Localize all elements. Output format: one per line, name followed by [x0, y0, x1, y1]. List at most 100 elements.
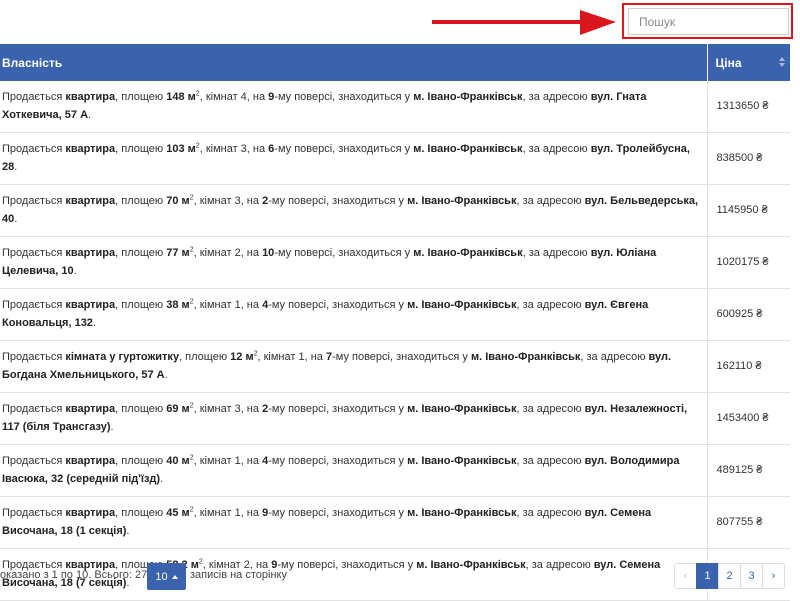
description-p5: .: [14, 212, 18, 225]
description-type: квартира: [65, 195, 116, 207]
property-description-cell: Продається квартира, площею 45 м2, кімна…: [0, 496, 708, 549]
table-row: Продається квартира, площею 69 м2, кімна…: [0, 392, 790, 445]
description-p3: -му поверсі, знаходиться у: [332, 351, 471, 363]
description-p5: .: [164, 368, 168, 381]
description-p1: , площею: [115, 507, 167, 519]
description-p2: , кімнат 3, на: [193, 403, 263, 415]
description-city: м. Івано-Франківськ: [470, 351, 581, 363]
description-p4: , за адресою: [525, 559, 594, 571]
description-type: квартира: [65, 143, 116, 155]
description-pre: Продається: [2, 299, 66, 311]
annotation-arrow-icon: [432, 10, 616, 35]
table-row: Продається квартира, площею 38 м2, кімна…: [0, 288, 790, 341]
property-description-cell: Продається квартира, площею 77 м2, кімна…: [0, 236, 708, 289]
table-row: Продається кімната у гуртожитку, площею …: [0, 340, 790, 393]
description-pre: Продається: [2, 455, 66, 467]
description-area: 148 м: [166, 91, 196, 103]
description-city: м. Івано-Франківськ: [407, 507, 517, 519]
description-p5: .: [92, 316, 96, 329]
description-p5: .: [126, 524, 130, 537]
description-p5: .: [14, 160, 18, 173]
description-pre: Продається: [2, 507, 66, 519]
pagination-next[interactable]: ›: [762, 563, 785, 589]
property-description-cell: Продається квартира, площею 148 м2, кімн…: [0, 81, 708, 133]
table-row: Продається квартира, площею 45 м2, кімна…: [0, 496, 790, 549]
description-p2: , кімнат 4, на: [199, 91, 269, 103]
description-city: м. Івано-Франківськ: [416, 559, 526, 571]
description-p2: , кімнат 1, на: [193, 507, 263, 519]
description-city: м. Івано-Франківськ: [413, 91, 523, 103]
table-info: оказано з 1 по 10. Всього: 27: [0, 569, 148, 581]
description-city: м. Івано-Франківськ: [407, 299, 517, 311]
price-cell: 600925 ₴: [707, 288, 790, 341]
description-area: 70 м: [166, 195, 190, 207]
price-cell: 1145950 ₴: [707, 184, 790, 237]
description-floor: 10: [262, 247, 275, 259]
description-p1: , площею: [115, 247, 167, 259]
description-pre: Продається: [2, 91, 66, 103]
description-area: 45 м: [166, 507, 190, 519]
column-header-property[interactable]: Власність: [0, 44, 708, 81]
description-p5: .: [110, 420, 114, 433]
description-p5: .: [160, 472, 164, 485]
description-p4: , за адресою: [522, 91, 591, 103]
pagination-page-2[interactable]: 2: [718, 563, 741, 589]
description-pre: Продається: [2, 195, 66, 207]
pagination: ‹ 1 2 3 ›: [674, 563, 785, 589]
description-city: м. Івано-Франківськ: [407, 455, 517, 467]
column-header-label: Власність: [2, 55, 63, 70]
description-p1: , площею: [115, 195, 167, 207]
search-input[interactable]: [628, 8, 789, 35]
price-cell: 1313650 ₴: [707, 81, 790, 133]
property-description-cell: Продається квартира, площею 69 м2, кімна…: [0, 392, 708, 445]
description-p1: , площею: [115, 455, 167, 467]
property-description-cell: Продається квартира, площею 38 м2, кімна…: [0, 288, 708, 341]
description-p4: , за адресою: [580, 351, 649, 363]
description-p4: , за адресою: [516, 507, 585, 519]
column-header-price[interactable]: Ціна: [707, 44, 790, 81]
description-city: м. Івано-Франківськ: [407, 403, 517, 415]
property-description-cell: Продається квартира, площею 103 м2, кімн…: [0, 132, 708, 185]
page-size-select[interactable]: 10: [147, 563, 186, 590]
table-row: Продається квартира, площею 70 м2, кімна…: [0, 184, 790, 237]
description-p1: , площею: [115, 143, 167, 155]
description-p4: , за адресою: [522, 247, 591, 259]
description-city: м. Івано-Франківськ: [413, 247, 523, 259]
description-p4: , за адресою: [516, 455, 585, 467]
description-p1: , площею: [115, 403, 167, 415]
description-p3: -му поверсі, знаходиться у: [274, 91, 414, 103]
description-type: квартира: [65, 91, 116, 103]
page-size-value: 10: [155, 570, 168, 583]
table-header-row: Власність Ціна: [0, 44, 790, 81]
description-type: квартира: [65, 299, 116, 311]
description-area: 12 м: [230, 351, 254, 363]
description-city: м. Івано-Франківськ: [407, 195, 517, 207]
description-type: квартира: [65, 455, 116, 467]
description-p2: , кімнат 3, на: [193, 195, 263, 207]
description-p1: , площею: [179, 351, 231, 363]
price-cell: 489125 ₴: [707, 444, 790, 497]
price-cell: 807755 ₴: [707, 496, 790, 549]
pagination-page-1[interactable]: 1: [696, 563, 719, 589]
property-description-cell: Продається кімната у гуртожитку, площею …: [0, 340, 708, 393]
price-cell: 162110 ₴: [707, 340, 790, 393]
description-p2: , кімнат 1, на: [193, 299, 263, 311]
price-cell: 1020175 ₴: [707, 236, 790, 289]
description-area: 69 м: [166, 403, 190, 415]
description-p3: -му поверсі, знаходиться у: [274, 247, 414, 259]
description-p1: , площею: [115, 91, 167, 103]
description-p4: , за адресою: [516, 403, 585, 415]
sort-icon[interactable]: [779, 57, 785, 68]
table-row: Продається квартира, площею 103 м2, кімн…: [0, 132, 790, 185]
pagination-prev[interactable]: ‹: [674, 563, 697, 589]
description-p2: , кімнат 2, на: [193, 247, 263, 259]
description-p5: .: [73, 264, 77, 277]
pagination-page-3[interactable]: 3: [740, 563, 763, 589]
description-p3: -му поверсі, знаходиться у: [268, 455, 408, 467]
caret-up-icon: [171, 574, 178, 579]
description-type: квартира: [65, 247, 116, 259]
table-row: Продається квартира, площею 148 м2, кімн…: [0, 81, 790, 133]
page-size-label: записів на сторінку: [190, 569, 287, 581]
description-p2: , кімнат 1, на: [193, 455, 263, 467]
description-p3: -му поверсі, знаходиться у: [277, 559, 417, 571]
